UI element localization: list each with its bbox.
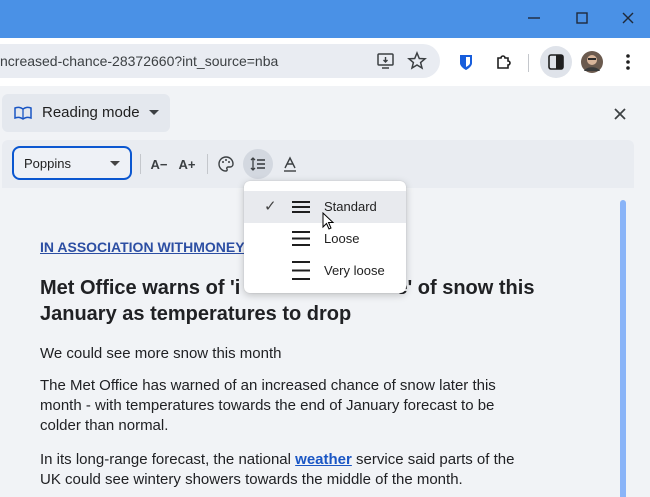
headline-line-2: January as temperatures to drop <box>40 303 352 325</box>
para-2-line-2: UK could see wintery showers towards the… <box>40 471 463 488</box>
decrease-font-label: A− <box>150 156 168 172</box>
bitwarden-icon <box>460 55 472 70</box>
font-family-value: Poppins <box>24 156 71 171</box>
browser-toolbar: ncreased-chance-28372660?int_source=nba <box>0 38 650 86</box>
browser-window: ncreased-chance-28372660?int_source=nba <box>0 0 650 497</box>
para-2-after: service said parts of the <box>351 451 515 468</box>
font-family-select[interactable]: Poppins <box>12 146 132 180</box>
window-close-button[interactable] <box>608 4 648 32</box>
install-app-button[interactable] <box>370 45 402 77</box>
increase-font-label: A+ <box>178 156 196 172</box>
menu-item-very-loose[interactable]: Very loose <box>244 255 406 287</box>
increase-font-size-button[interactable]: A+ <box>172 149 202 179</box>
line-spacing-menu: ✓ Standard Loose Very loose <box>244 181 406 293</box>
scrollbar[interactable] <box>620 200 626 497</box>
article-subheading: We could see more snow this month <box>40 345 282 362</box>
para-1-line-1: The Met Office has warned of an increase… <box>40 377 496 394</box>
toolbar-separator <box>140 154 141 174</box>
check-icon: ✓ <box>264 198 277 215</box>
toolbar-separator <box>528 54 529 72</box>
profile-avatar-button[interactable] <box>576 46 608 78</box>
close-icon <box>622 12 634 24</box>
maximize-icon <box>576 12 588 24</box>
book-icon <box>14 106 32 120</box>
maximize-button[interactable] <box>562 4 602 32</box>
palette-icon <box>218 156 234 172</box>
para-1-line-3: colder than normal. <box>40 417 169 434</box>
letter-spacing-icon <box>284 156 296 172</box>
star-icon <box>407 51 427 70</box>
mouse-cursor-icon <box>322 212 335 230</box>
reading-mode-title: Reading mode <box>42 104 140 121</box>
reading-mode-close-button[interactable] <box>606 100 634 128</box>
caret-down-icon <box>110 161 120 166</box>
para-1-line-2: month - with temperatures towards the en… <box>40 397 495 414</box>
decrease-font-size-button[interactable]: A− <box>144 149 174 179</box>
line-spacing-icon <box>250 157 265 171</box>
more-menu-button[interactable] <box>612 46 644 78</box>
side-panel-icon <box>548 54 564 70</box>
para-2-before: In its long-range forecast, the national <box>40 451 296 468</box>
toolbar-separator <box>207 154 208 174</box>
letter-spacing-button[interactable] <box>275 149 305 179</box>
more-vertical-icon <box>626 54 630 70</box>
headline-part-1: Met Office warns of 'i <box>40 277 241 299</box>
color-theme-button[interactable] <box>211 149 241 179</box>
article-paragraph-1: The Met Office has warned of an increase… <box>40 376 600 436</box>
url-text[interactable]: ncreased-chance-28372660?int_source=nba <box>0 53 278 69</box>
article-paragraph-2: In its long-range forecast, the national… <box>40 450 600 490</box>
standard-spacing-icon <box>292 201 310 213</box>
avatar <box>581 51 603 73</box>
bookmark-star-button[interactable] <box>401 45 433 77</box>
reading-mode-dropdown[interactable]: Reading mode <box>2 94 170 132</box>
association-link[interactable]: IN ASSOCIATION WITHMONEY <box>40 239 245 255</box>
line-spacing-button[interactable] <box>243 149 273 179</box>
minimize-icon <box>528 17 540 19</box>
menu-item-label: Loose <box>324 231 360 246</box>
bitwarden-extension-button[interactable] <box>450 46 482 78</box>
loose-spacing-icon <box>292 231 310 246</box>
caret-down-icon <box>149 110 159 115</box>
extensions-button[interactable] <box>488 46 520 78</box>
puzzle-icon <box>497 55 511 69</box>
very-loose-spacing-icon <box>292 261 310 280</box>
address-bar[interactable]: ncreased-chance-28372660?int_source=nba <box>0 44 440 78</box>
title-bar <box>0 0 650 38</box>
weather-link[interactable]: weather <box>295 451 352 468</box>
headline-part-2: e' of snow this <box>396 277 535 299</box>
close-icon <box>614 108 626 120</box>
minimize-button[interactable] <box>514 4 554 32</box>
install-app-icon <box>377 53 394 69</box>
side-panel-button[interactable] <box>540 46 572 78</box>
menu-item-label: Very loose <box>324 263 385 278</box>
